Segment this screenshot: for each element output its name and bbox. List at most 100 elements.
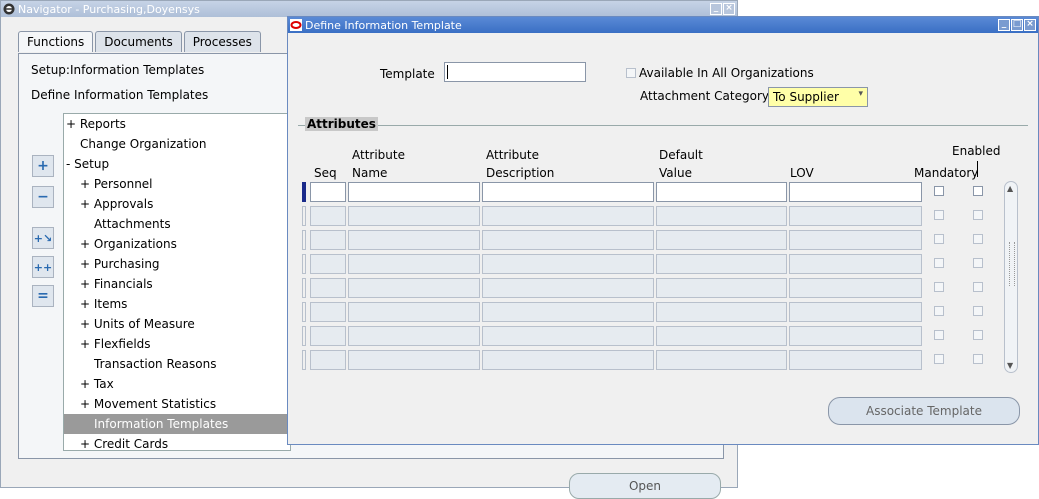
maximize-icon[interactable]: □: [1011, 19, 1023, 31]
row-indicator[interactable]: [302, 182, 306, 202]
row-indicator[interactable]: [302, 278, 306, 298]
attribute-description-cell[interactable]: [482, 206, 654, 226]
scroll-up-icon[interactable]: ▲: [1007, 184, 1013, 193]
attribute-name-cell[interactable]: [348, 206, 480, 226]
collapse-all-icon[interactable]: =: [32, 285, 54, 307]
seq-cell[interactable]: [310, 206, 346, 226]
seq-cell[interactable]: [310, 278, 346, 298]
tree-item[interactable]: + Tax: [64, 374, 290, 394]
lov-cell[interactable]: [789, 182, 922, 202]
tree-item[interactable]: - Setup: [64, 154, 290, 174]
mandatory-checkbox[interactable]: [934, 354, 944, 364]
enabled-checkbox[interactable]: [973, 282, 983, 292]
seq-cell[interactable]: [310, 254, 346, 274]
attribute-name-cell[interactable]: [348, 254, 480, 274]
tab-processes[interactable]: Processes: [183, 31, 261, 52]
scroll-thumb-grip-icon[interactable]: [1009, 242, 1015, 286]
mandatory-checkbox[interactable]: [934, 258, 944, 268]
attachment-category-select[interactable]: To Supplier ▾: [768, 87, 868, 107]
seq-cell[interactable]: [310, 350, 346, 370]
tree-item[interactable]: + Units of Measure: [64, 314, 290, 334]
attribute-description-cell[interactable]: [482, 230, 654, 250]
associate-template-button[interactable]: Associate Template: [828, 397, 1020, 425]
function-tree[interactable]: + Reports Change Organization - Setup + Per…: [63, 113, 291, 451]
lov-cell[interactable]: [789, 326, 922, 346]
enabled-checkbox[interactable]: [973, 234, 983, 244]
tab-documents[interactable]: Documents: [95, 31, 182, 52]
template-input[interactable]: [444, 62, 586, 82]
mandatory-checkbox[interactable]: [934, 330, 944, 340]
attribute-description-cell[interactable]: [482, 182, 654, 202]
tree-item[interactable]: Information Templates: [64, 414, 290, 434]
lov-cell[interactable]: [789, 254, 922, 274]
attribute-name-cell[interactable]: [348, 182, 480, 202]
minimize-icon[interactable]: _: [998, 19, 1010, 31]
row-indicator[interactable]: [302, 230, 306, 250]
attribute-name-cell[interactable]: [348, 230, 480, 250]
lov-cell[interactable]: [789, 230, 922, 250]
grid-scrollbar[interactable]: ▲ ▼: [1004, 181, 1018, 373]
minimize-icon[interactable]: _: [710, 3, 722, 15]
row-indicator[interactable]: [302, 326, 306, 346]
default-value-cell[interactable]: [656, 302, 787, 322]
row-indicator[interactable]: [302, 254, 306, 274]
close-icon[interactable]: ×: [723, 3, 735, 15]
scroll-down-icon[interactable]: ▼: [1007, 361, 1013, 370]
tree-item[interactable]: + Personnel: [64, 174, 290, 194]
default-value-cell[interactable]: [656, 278, 787, 298]
attribute-name-cell[interactable]: [348, 302, 480, 322]
attribute-description-cell[interactable]: [482, 350, 654, 370]
tree-item[interactable]: + Flexfields: [64, 334, 290, 354]
default-value-cell[interactable]: [656, 350, 787, 370]
default-value-cell[interactable]: [656, 254, 787, 274]
close-icon[interactable]: ×: [1024, 19, 1036, 31]
tree-item[interactable]: + Approvals: [64, 194, 290, 214]
expand-branch-icon[interactable]: +↘: [32, 227, 54, 249]
enabled-checkbox[interactable]: [973, 306, 983, 316]
default-value-cell[interactable]: [656, 206, 787, 226]
default-value-cell[interactable]: [656, 326, 787, 346]
seq-cell[interactable]: [310, 302, 346, 322]
default-value-cell[interactable]: [656, 230, 787, 250]
seq-cell[interactable]: [310, 182, 346, 202]
attribute-name-cell[interactable]: [348, 350, 480, 370]
mandatory-checkbox[interactable]: [934, 186, 944, 196]
dialog-titlebar[interactable]: Define Information Template _ □ ×: [288, 17, 1038, 33]
tree-item[interactable]: Change Organization: [64, 134, 290, 154]
default-value-cell[interactable]: [656, 182, 787, 202]
mandatory-checkbox[interactable]: [934, 234, 944, 244]
attribute-name-cell[interactable]: [348, 278, 480, 298]
tree-item[interactable]: + Organizations: [64, 234, 290, 254]
attribute-description-cell[interactable]: [482, 254, 654, 274]
tab-functions[interactable]: Functions: [18, 31, 94, 52]
tree-item[interactable]: + Items: [64, 294, 290, 314]
mandatory-checkbox[interactable]: [934, 210, 944, 220]
tree-item[interactable]: Attachments: [64, 214, 290, 234]
collapse-icon[interactable]: −: [32, 186, 54, 208]
row-indicator[interactable]: [302, 302, 306, 322]
seq-cell[interactable]: [310, 326, 346, 346]
lov-cell[interactable]: [789, 350, 922, 370]
expand-icon[interactable]: +: [32, 155, 54, 177]
attribute-description-cell[interactable]: [482, 278, 654, 298]
tree-item[interactable]: + Reports: [64, 114, 290, 134]
row-indicator[interactable]: [302, 350, 306, 370]
enabled-checkbox[interactable]: [973, 330, 983, 340]
expand-all-icon[interactable]: ++: [32, 256, 54, 278]
lov-cell[interactable]: [789, 302, 922, 322]
seq-cell[interactable]: [310, 230, 346, 250]
tree-item[interactable]: + Financials: [64, 274, 290, 294]
tree-item[interactable]: + Purchasing: [64, 254, 290, 274]
lov-cell[interactable]: [789, 278, 922, 298]
tree-item[interactable]: Transaction Reasons: [64, 354, 290, 374]
open-button[interactable]: Open: [569, 473, 721, 499]
mandatory-checkbox[interactable]: [934, 282, 944, 292]
enabled-checkbox[interactable]: [973, 210, 983, 220]
attribute-description-cell[interactable]: [482, 326, 654, 346]
attribute-description-cell[interactable]: [482, 302, 654, 322]
enabled-checkbox[interactable]: [973, 258, 983, 268]
enabled-checkbox[interactable]: [973, 186, 983, 196]
available-all-orgs-checkbox[interactable]: [626, 68, 636, 78]
tree-item[interactable]: + Movement Statistics: [64, 394, 290, 414]
mandatory-checkbox[interactable]: [934, 306, 944, 316]
